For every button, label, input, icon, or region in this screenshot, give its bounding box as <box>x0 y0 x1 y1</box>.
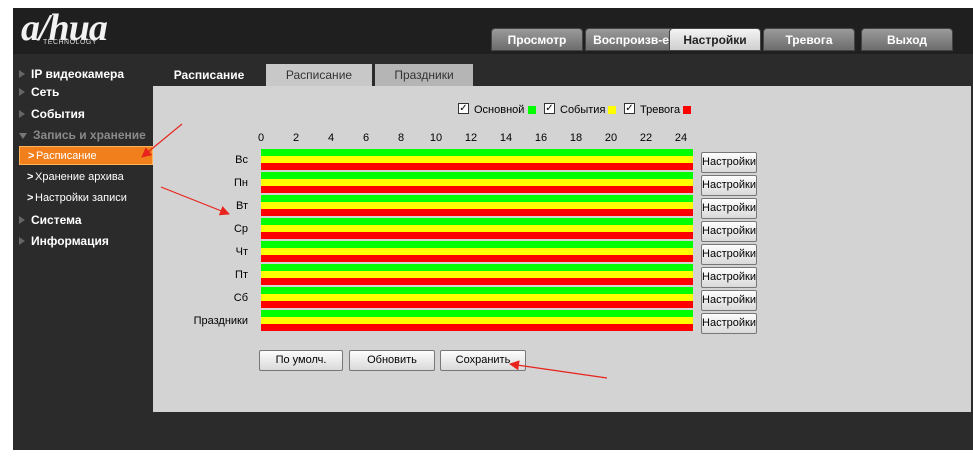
header: a/hua TECHNOLOGY Просмотр Воспроизв-е На… <box>13 8 973 54</box>
day-timeline[interactable] <box>261 310 693 331</box>
sidebar-item-label: Запись и хранение <box>33 128 146 142</box>
legend-events-label: События <box>560 104 606 116</box>
sidebar-subitem-archive-storage[interactable]: > Хранение архива <box>19 168 153 187</box>
hour-label: 22 <box>639 132 653 144</box>
hour-label: 10 <box>429 132 443 144</box>
logo-subtext: TECHNOLOGY <box>43 39 98 46</box>
hour-label: 12 <box>464 132 478 144</box>
tab-snapshot-schedule[interactable]: Расписание снимка <box>266 64 372 104</box>
day-settings-button[interactable]: Настройки <box>701 221 757 242</box>
sidebar-item-system[interactable]: Система <box>19 211 82 229</box>
triangle-down-icon <box>19 133 27 139</box>
day-settings-button[interactable]: Настройки <box>701 244 757 265</box>
tab-holidays[interactable]: Праздники <box>375 64 473 86</box>
hour-label: 8 <box>397 132 405 144</box>
triangle-right-icon <box>19 88 25 96</box>
day-settings-button[interactable]: Настройки <box>701 175 757 196</box>
hour-label: 20 <box>604 132 618 144</box>
sidebar-item-label: Система <box>31 213 82 227</box>
refresh-button[interactable]: Обновить <box>349 350 435 371</box>
alarm-checkbox[interactable]: ✓ <box>624 103 635 114</box>
hour-label: 18 <box>569 132 583 144</box>
day-timeline[interactable] <box>261 149 693 170</box>
day-timeline[interactable] <box>261 287 693 308</box>
legend-green-swatch <box>528 106 536 114</box>
day-label: Праздники <box>193 315 248 327</box>
triangle-right-icon <box>19 237 25 245</box>
sidebar-item-label: Информация <box>31 234 109 248</box>
sidebar-item-info[interactable]: Информация <box>19 232 109 250</box>
day-label: Пт <box>235 269 248 281</box>
day-label: Пн <box>234 177 248 189</box>
day-label: Чт <box>235 246 248 258</box>
sidebar-item-label: События <box>31 107 85 121</box>
day-settings-button[interactable]: Настройки <box>701 267 757 288</box>
tab-alarm[interactable]: Тревога <box>763 28 855 51</box>
tab-record-schedule[interactable]: Расписание записи <box>153 64 265 104</box>
sidebar-item-label: Сеть <box>31 85 60 99</box>
hour-label: 16 <box>534 132 548 144</box>
sidebar-subitem-label: Хранение архива <box>35 171 124 183</box>
day-settings-button[interactable]: Настройки <box>701 152 757 173</box>
hour-label: 4 <box>327 132 335 144</box>
day-timeline[interactable] <box>261 172 693 193</box>
sidebar-item-network[interactable]: Сеть <box>19 83 59 101</box>
day-settings-button[interactable]: Настройки <box>701 290 757 311</box>
sidebar: IP видеокамера Сеть События Запись и хра… <box>13 54 153 450</box>
content-area: Расписание записи Расписание снимка Праз… <box>153 54 973 414</box>
day-label: Вс <box>235 154 248 166</box>
day-timeline[interactable] <box>261 264 693 285</box>
sidebar-item-label: IP видеокамера <box>31 67 125 81</box>
chevron-right-icon: > <box>28 150 35 162</box>
triangle-right-icon <box>19 70 25 78</box>
hour-label: 24 <box>674 132 688 144</box>
sidebar-subitem-schedule[interactable]: > Расписание <box>19 146 153 165</box>
day-label: Ср <box>233 223 248 235</box>
app-window: a/hua TECHNOLOGY Просмотр Воспроизв-е На… <box>13 8 973 450</box>
tab-settings[interactable]: Настройки <box>669 28 761 51</box>
schedule-panel: ✓ Основной ✓ События ✓ Тревога 0 2 4 6 8… <box>153 86 971 412</box>
day-timeline[interactable] <box>261 195 693 216</box>
chevron-right-icon: > <box>27 192 34 204</box>
default-button[interactable]: По умолч. <box>259 350 343 371</box>
legend-main-label: Основной <box>474 104 525 116</box>
sidebar-item-storage[interactable]: Запись и хранение <box>19 126 146 144</box>
events-checkbox[interactable]: ✓ <box>544 103 555 114</box>
save-button[interactable]: Сохранить <box>440 350 526 371</box>
hour-label: 14 <box>499 132 513 144</box>
triangle-right-icon <box>19 216 25 224</box>
day-settings-button[interactable]: Настройки <box>701 198 757 219</box>
hour-label: 0 <box>257 132 265 144</box>
day-settings-button[interactable]: Настройки <box>701 313 757 334</box>
tab-logout[interactable]: Выход <box>861 28 953 51</box>
day-timeline[interactable] <box>261 218 693 239</box>
sidebar-subitem-label: Расписание <box>36 150 97 162</box>
legend-red-swatch <box>683 106 691 114</box>
sidebar-item-ip-camera[interactable]: IP видеокамера <box>19 65 124 83</box>
tab-preview[interactable]: Просмотр <box>491 28 583 51</box>
day-timeline[interactable] <box>261 241 693 262</box>
legend-yellow-swatch <box>608 106 616 114</box>
hour-label: 6 <box>362 132 370 144</box>
footer-strip <box>13 414 973 450</box>
triangle-right-icon <box>19 110 25 118</box>
day-label: Вт <box>235 200 248 212</box>
legend-alarm-label: Тревога <box>640 104 681 116</box>
tab-playback[interactable]: Воспроизв-е <box>585 28 677 51</box>
day-label: Сб <box>233 292 248 304</box>
dahua-logo: a/hua TECHNOLOGY <box>21 9 108 47</box>
sidebar-item-events[interactable]: События <box>19 105 85 123</box>
sidebar-subitem-label: Настройки записи <box>35 192 127 204</box>
chevron-right-icon: > <box>27 171 34 183</box>
main-checkbox[interactable]: ✓ <box>458 103 469 114</box>
sidebar-subitem-record-settings[interactable]: > Настройки записи <box>19 189 153 208</box>
hour-label: 2 <box>292 132 300 144</box>
